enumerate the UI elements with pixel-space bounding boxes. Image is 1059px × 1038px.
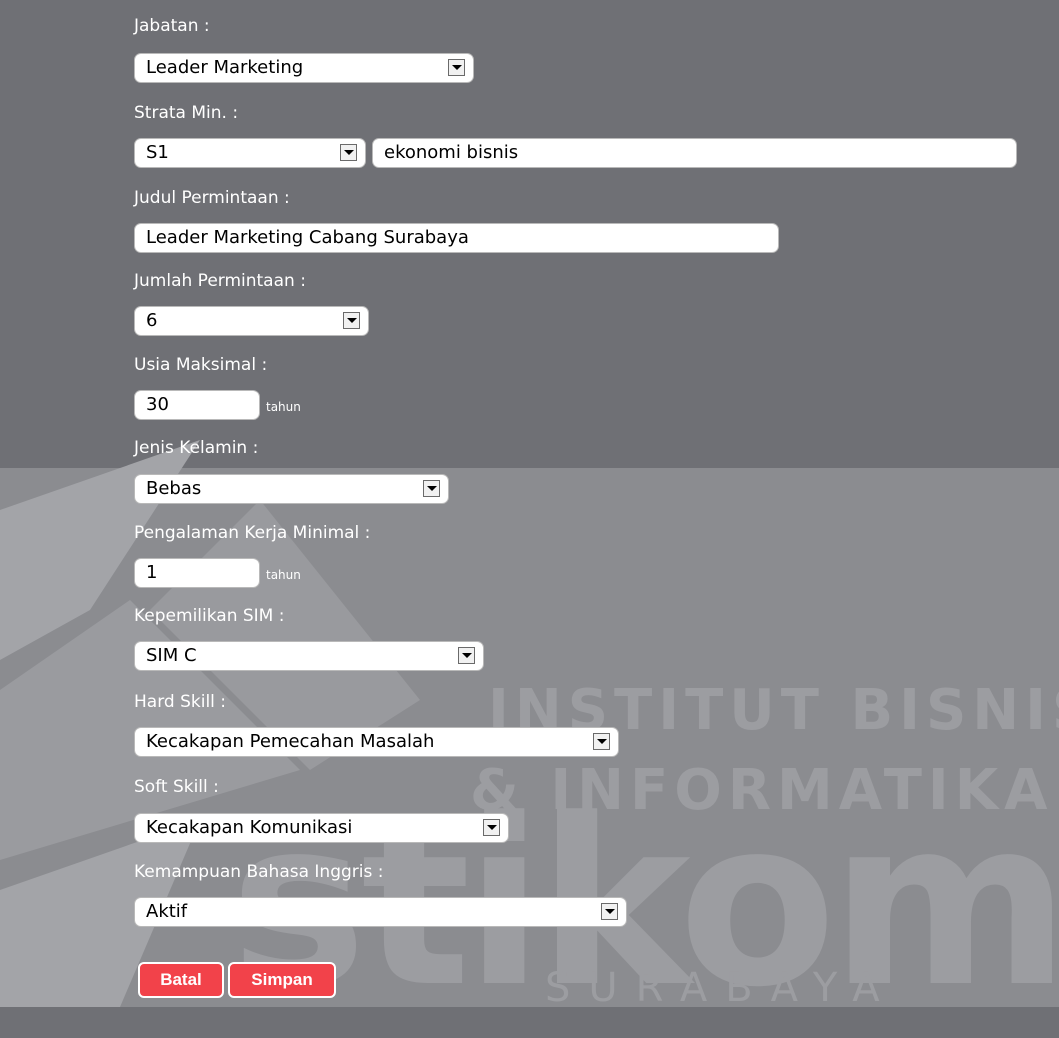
strata-label: Strata Min. : bbox=[134, 103, 239, 123]
chevron-down-icon[interactable] bbox=[458, 647, 475, 664]
chevron-down-icon[interactable] bbox=[340, 144, 357, 161]
soft-skill-label: Soft Skill : bbox=[134, 777, 219, 797]
bahasa-select[interactable]: Aktif bbox=[134, 897, 627, 927]
soft-skill-value: Kecakapan Komunikasi bbox=[146, 817, 353, 838]
judul-input[interactable]: Leader Marketing Cabang Surabaya bbox=[134, 223, 779, 253]
strata-value: S1 bbox=[146, 142, 169, 163]
jumlah-label: Jumlah Permintaan : bbox=[134, 271, 306, 291]
jurusan-value: ekonomi bisnis bbox=[384, 142, 519, 163]
watermark-city: SURABAYA bbox=[545, 965, 898, 1011]
soft-skill-select[interactable]: Kecakapan Komunikasi bbox=[134, 813, 509, 843]
chevron-down-icon[interactable] bbox=[483, 819, 500, 836]
sim-select[interactable]: SIM C bbox=[134, 641, 484, 671]
batal-button[interactable]: Batal bbox=[138, 962, 224, 998]
sim-label: Kepemilikan SIM : bbox=[134, 606, 285, 626]
pengalaman-unit: tahun bbox=[266, 568, 301, 582]
jabatan-value: Leader Marketing bbox=[146, 57, 304, 78]
jabatan-select[interactable]: Leader Marketing bbox=[134, 53, 474, 83]
pengalaman-label: Pengalaman Kerja Minimal : bbox=[134, 523, 371, 543]
usia-unit: tahun bbox=[266, 400, 301, 414]
strata-select[interactable]: S1 bbox=[134, 138, 366, 168]
chevron-down-icon[interactable] bbox=[601, 903, 618, 920]
judul-value: Leader Marketing Cabang Surabaya bbox=[146, 227, 469, 248]
jurusan-input[interactable]: ekonomi bisnis bbox=[372, 138, 1017, 168]
simpan-button[interactable]: Simpan bbox=[228, 962, 336, 998]
hard-skill-select[interactable]: Kecakapan Pemecahan Masalah bbox=[134, 727, 619, 757]
jumlah-select[interactable]: 6 bbox=[134, 306, 369, 336]
chevron-down-icon[interactable] bbox=[593, 733, 610, 750]
bahasa-value: Aktif bbox=[146, 901, 188, 922]
kelamin-label: Jenis Kelamin : bbox=[134, 438, 259, 458]
judul-label: Judul Permintaan : bbox=[134, 188, 290, 208]
hard-skill-value: Kecakapan Pemecahan Masalah bbox=[146, 731, 435, 752]
pengalaman-value: 1 bbox=[146, 562, 158, 583]
kelamin-value: Bebas bbox=[146, 478, 202, 499]
usia-label: Usia Maksimal : bbox=[134, 355, 268, 375]
hard-skill-label: Hard Skill : bbox=[134, 692, 227, 712]
pengalaman-input[interactable]: 1 bbox=[134, 558, 260, 588]
chevron-down-icon[interactable] bbox=[448, 59, 465, 76]
jumlah-value: 6 bbox=[146, 310, 158, 331]
sim-value: SIM C bbox=[146, 645, 197, 666]
kelamin-select[interactable]: Bebas bbox=[134, 474, 449, 504]
chevron-down-icon[interactable] bbox=[343, 312, 360, 329]
chevron-down-icon[interactable] bbox=[423, 480, 440, 497]
bahasa-label: Kemampuan Bahasa Inggris : bbox=[134, 862, 384, 882]
usia-input[interactable]: 30 bbox=[134, 390, 260, 420]
usia-value: 30 bbox=[146, 394, 169, 415]
jabatan-label: Jabatan : bbox=[134, 16, 210, 36]
